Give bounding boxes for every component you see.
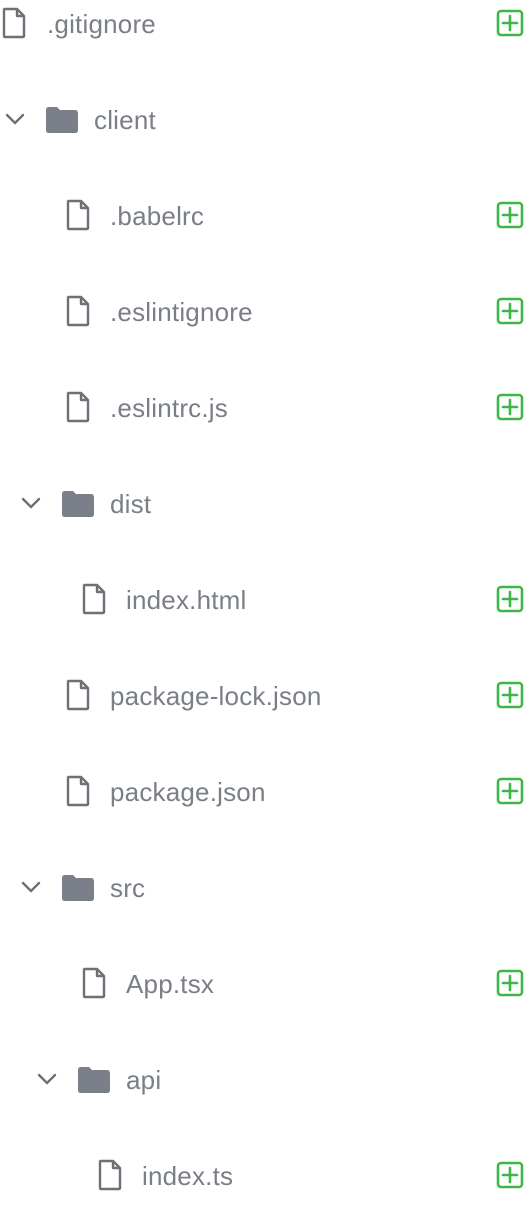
- file-icon: [66, 199, 90, 231]
- folder-label: src: [110, 873, 146, 903]
- tree-row[interactable]: index.html: [0, 551, 528, 647]
- file-icon: [66, 295, 90, 327]
- add-file-icon[interactable]: [495, 584, 525, 614]
- tree-row[interactable]: .eslintignore: [0, 263, 528, 359]
- chevron-down-icon[interactable]: [4, 108, 26, 130]
- file-icon: [66, 679, 90, 711]
- tree-row[interactable]: App.tsx: [0, 935, 528, 1031]
- file-label: .eslintrc.js: [110, 393, 228, 423]
- tree-row[interactable]: .gitignore: [0, 0, 528, 71]
- add-file-icon[interactable]: [495, 776, 525, 806]
- chevron-down-icon[interactable]: [20, 876, 42, 898]
- file-icon: [2, 7, 26, 39]
- file-icon: [82, 967, 106, 999]
- file-icon: [82, 583, 106, 615]
- add-file-icon[interactable]: [495, 680, 525, 710]
- tree-row-folder[interactable]: src: [0, 839, 528, 935]
- add-file-icon[interactable]: [495, 968, 525, 998]
- file-icon: [66, 775, 90, 807]
- add-file-icon[interactable]: [495, 1160, 525, 1190]
- tree-row[interactable]: index.ts: [0, 1127, 528, 1223]
- folder-label: dist: [110, 489, 152, 519]
- tree-row[interactable]: .babelrc: [0, 167, 528, 263]
- add-file-icon[interactable]: [495, 392, 525, 422]
- tree-row-folder[interactable]: client: [0, 71, 528, 167]
- file-icon: [66, 391, 90, 423]
- file-label: package.json: [110, 777, 266, 807]
- folder-label: api: [126, 1065, 162, 1095]
- file-label: package-lock.json: [110, 681, 322, 711]
- folder-icon: [61, 490, 95, 518]
- file-label: .gitignore: [47, 9, 156, 39]
- add-file-icon[interactable]: [495, 200, 525, 230]
- tree-row[interactable]: package.json: [0, 743, 528, 839]
- folder-icon: [45, 106, 79, 134]
- folder-icon: [61, 874, 95, 902]
- folder-label: client: [94, 105, 156, 135]
- file-label: index.ts: [142, 1161, 234, 1191]
- chevron-down-icon[interactable]: [36, 1068, 58, 1090]
- add-file-icon[interactable]: [495, 8, 525, 38]
- chevron-down-icon[interactable]: [20, 492, 42, 514]
- file-label: .babelrc: [110, 201, 205, 231]
- file-label: .eslintignore: [110, 297, 253, 327]
- folder-icon: [77, 1066, 111, 1094]
- file-label: App.tsx: [126, 969, 215, 999]
- file-icon: [98, 1159, 122, 1191]
- file-label: index.html: [126, 585, 247, 615]
- tree-row-folder[interactable]: api: [0, 1031, 528, 1127]
- tree-row[interactable]: package-lock.json: [0, 647, 528, 743]
- tree-row[interactable]: .eslintrc.js: [0, 359, 528, 455]
- tree-row-folder[interactable]: dist: [0, 455, 528, 551]
- file-tree: .gitignore client .babelrc .eslintignore: [0, 0, 528, 1195]
- add-file-icon[interactable]: [495, 296, 525, 326]
